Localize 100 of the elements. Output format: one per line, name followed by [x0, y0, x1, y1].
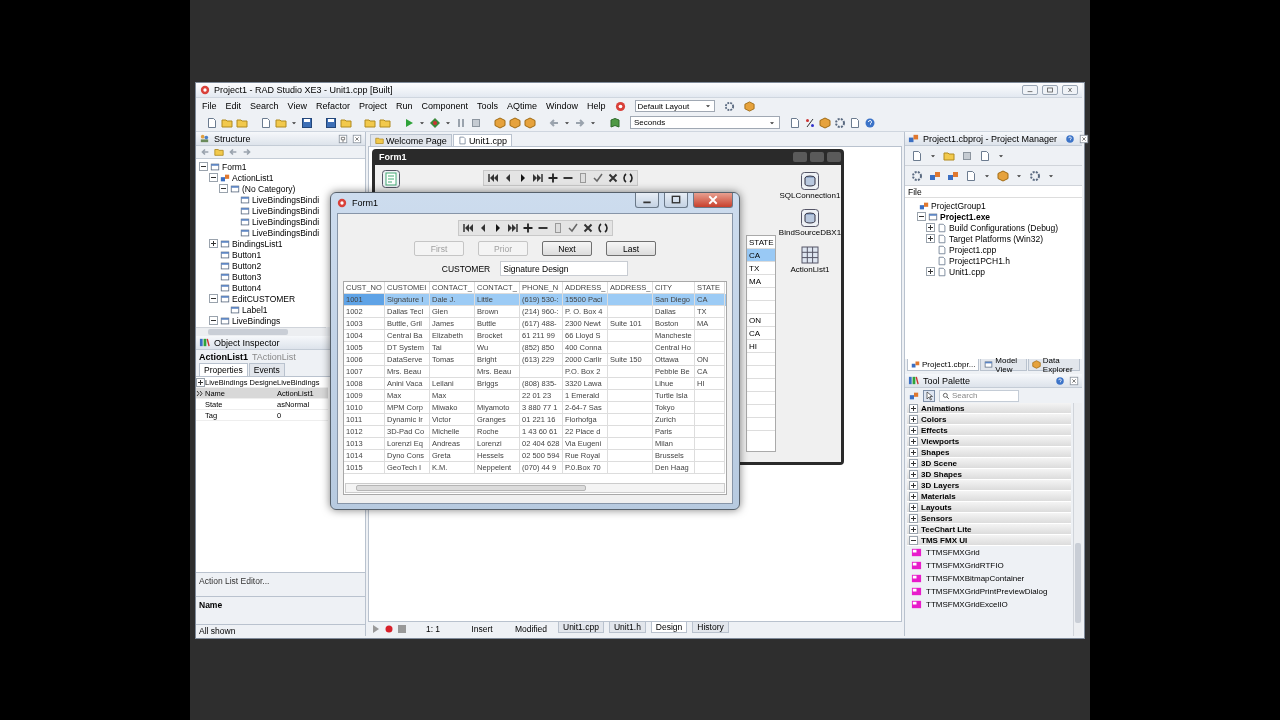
palette-item[interactable]: TTMSFMXGridExcelIO: [926, 600, 1008, 609]
document-icon[interactable]: [789, 116, 801, 129]
folder-icon[interactable]: [943, 149, 955, 162]
tree-item[interactable]: Project1.cpp: [949, 244, 997, 255]
cube-icon[interactable]: [494, 116, 506, 129]
cube-icon[interactable]: [997, 169, 1009, 182]
menu-item[interactable]: Search: [250, 101, 279, 111]
palette-item[interactable]: TTMSFMXGrid: [926, 548, 980, 557]
last-record-icon[interactable]: [506, 222, 519, 234]
palette-category[interactable]: Shapes: [907, 447, 1071, 458]
panel-tab[interactable]: Model View: [980, 359, 1027, 371]
palette-item[interactable]: TTMSFMXGridRTFIO: [926, 561, 1004, 570]
palette-category[interactable]: 3D Shapes: [907, 469, 1071, 480]
palette-category[interactable]: TeeChart Lite: [907, 524, 1071, 535]
plus-box-icon[interactable]: [909, 414, 918, 424]
plus-box-icon[interactable]: [909, 469, 918, 479]
tree-item[interactable]: LiveBindingsBindi: [252, 205, 320, 216]
first-record-icon[interactable]: [461, 222, 474, 234]
horizontal-scrollbar[interactable]: [345, 483, 725, 493]
palette-category[interactable]: Effects: [907, 425, 1071, 436]
refresh-icon[interactable]: [596, 222, 609, 234]
gear-icon[interactable]: [1029, 169, 1041, 182]
stop-icon[interactable]: [470, 116, 482, 129]
gear-icon[interactable]: [834, 116, 846, 129]
folder-icon[interactable]: [221, 116, 233, 129]
help-icon[interactable]: [1065, 133, 1076, 144]
palette-category[interactable]: Viewports: [907, 436, 1071, 447]
menu-item[interactable]: Help: [587, 101, 606, 111]
tree-item[interactable]: Button1: [232, 249, 262, 260]
gear-icon[interactable]: [723, 100, 735, 112]
gear-icon[interactable]: [911, 169, 923, 182]
minus-box-icon[interactable]: [209, 173, 218, 182]
editor-tab[interactable]: Unit1.cpp: [452, 134, 512, 146]
palette-category[interactable]: Colors: [907, 414, 1071, 425]
menu-item[interactable]: File: [202, 101, 217, 111]
tree-item[interactable]: Build Configurations (Debug): [949, 222, 1059, 233]
folder-icon[interactable]: [364, 116, 376, 129]
inspector-tab[interactable]: Events: [248, 363, 285, 376]
minimize-button[interactable]: [1022, 85, 1038, 95]
minus-box-icon[interactable]: [917, 212, 926, 221]
tree-item[interactable]: LiveBindingsBindi: [252, 216, 320, 227]
diamond-icon[interactable]: [429, 116, 441, 129]
menu-item[interactable]: AQtime: [507, 101, 538, 111]
tree-item[interactable]: LiveBindings: [232, 315, 281, 326]
plus-box-icon[interactable]: [926, 223, 935, 232]
minus-box-icon[interactable]: [199, 162, 208, 171]
minus-box-icon[interactable]: [209, 316, 218, 325]
panel-tab[interactable]: Project1.cbpr...: [907, 359, 980, 371]
folder-icon[interactable]: [275, 116, 287, 129]
plus-box-icon[interactable]: [926, 234, 935, 243]
plus-box-icon[interactable]: [909, 403, 918, 413]
menu-item[interactable]: View: [287, 101, 307, 111]
tree-item[interactable]: Target Platforms (Win32): [949, 233, 1043, 244]
first-record-icon[interactable]: [487, 172, 499, 184]
customer-field[interactable]: Signature Design: [500, 261, 629, 276]
plus-icon[interactable]: [521, 222, 534, 234]
search-field[interactable]: Search: [939, 389, 1019, 402]
pointer-icon[interactable]: [923, 389, 935, 402]
plus-box-icon[interactable]: [909, 513, 918, 523]
nav-button[interactable]: Next: [542, 241, 592, 256]
tree-item[interactable]: LiveBindingsBindi: [252, 194, 320, 205]
plus-box-icon[interactable]: [909, 436, 918, 446]
palette-category[interactable]: 3D Scene: [907, 458, 1071, 469]
close-button[interactable]: [1062, 85, 1078, 95]
tree-item[interactable]: Project1.exe: [940, 211, 991, 222]
tree-item[interactable]: BindingsList1: [232, 238, 283, 249]
editor-tab[interactable]: Welcome Page: [370, 134, 452, 146]
palette-item[interactable]: TTMSFMXGridPrintPreviewDialog: [926, 587, 1048, 596]
menu-item[interactable]: Project: [358, 101, 387, 111]
cube-icon[interactable]: [509, 116, 521, 129]
minus-box-icon[interactable]: [909, 535, 918, 545]
pin-icon[interactable]: [338, 133, 348, 144]
plus-box-icon[interactable]: [909, 458, 918, 468]
help-icon[interactable]: [864, 116, 876, 129]
menu-item[interactable]: Window: [546, 101, 579, 111]
view-tab[interactable]: Unit1.h: [608, 622, 646, 633]
tree-item[interactable]: ProjectGroup1: [931, 200, 986, 211]
palette-category[interactable]: Animations: [907, 403, 1071, 414]
document-icon[interactable]: [849, 116, 861, 129]
cube-icon[interactable]: [524, 116, 536, 129]
menu-item[interactable]: Run: [395, 101, 413, 111]
play-icon[interactable]: [372, 625, 380, 633]
menu-item[interactable]: Tools: [477, 101, 498, 111]
palette-category[interactable]: Sensors: [907, 513, 1071, 524]
plus-icon[interactable]: [547, 172, 559, 184]
tree-item[interactable]: Button4: [232, 282, 262, 293]
tree-item[interactable]: Unit1.cpp: [949, 266, 985, 277]
tree-item[interactable]: Button2: [232, 260, 262, 271]
folder-icon[interactable]: [379, 116, 391, 129]
help-icon[interactable]: [1055, 375, 1065, 386]
last-record-icon[interactable]: [532, 172, 544, 184]
plus-box-icon[interactable]: [209, 239, 218, 248]
palette-category[interactable]: 3D Layers: [907, 480, 1071, 491]
menu-item[interactable]: Component: [421, 101, 468, 111]
tree-item[interactable]: LiveBindingsBindi: [252, 227, 320, 238]
plus-box-icon[interactable]: [926, 267, 935, 276]
folder-icon[interactable]: [236, 116, 248, 129]
record-icon[interactable]: [385, 625, 393, 633]
document-icon[interactable]: [260, 116, 272, 129]
document-icon[interactable]: [979, 149, 991, 162]
